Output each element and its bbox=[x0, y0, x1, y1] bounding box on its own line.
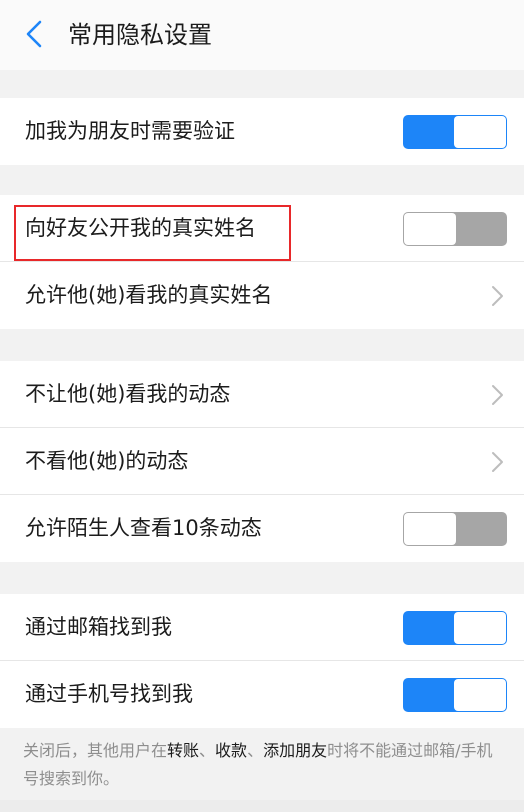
setting-label: 允许陌生人查看10条动态 bbox=[25, 516, 262, 540]
setting-row-find-by-phone: 通过手机号找到我 bbox=[0, 661, 524, 728]
settings-group-real-name: 向好友公开我的真实姓名 允许他(她)看我的真实姓名 bbox=[0, 195, 524, 329]
find-by-phone-toggle[interactable] bbox=[403, 678, 507, 712]
footer-text-sep2: 、 bbox=[247, 741, 264, 760]
chevron-left-icon bbox=[26, 20, 42, 48]
setting-row-allow-view-real-name[interactable]: 允许他(她)看我的真实姓名 bbox=[0, 262, 524, 329]
page-title: 常用隐私设置 bbox=[68, 21, 212, 49]
setting-label: 允许他(她)看我的真实姓名 bbox=[25, 283, 273, 307]
chevron-right-icon bbox=[492, 286, 503, 306]
toggle-knob bbox=[454, 612, 506, 644]
setting-row-stranger-moments: 允许陌生人查看10条动态 bbox=[0, 495, 524, 562]
setting-row-hide-my-moments[interactable]: 不让他(她)看我的动态 bbox=[0, 361, 524, 428]
setting-label: 通过手机号找到我 bbox=[25, 682, 193, 706]
settings-group-verification: 加我为朋友时需要验证 bbox=[0, 98, 524, 165]
setting-label: 加我为朋友时需要验证 bbox=[25, 119, 235, 143]
footer-note: 关闭后，其他用户在转账、收款、添加朋友时将不能通过邮箱/手机号搜索到你。 bbox=[23, 737, 508, 793]
settings-group-find-me: 通过邮箱找到我 通过手机号找到我 bbox=[0, 594, 524, 728]
footer-text-prefix: 关闭后，其他用户在 bbox=[23, 741, 168, 760]
setting-row-hide-their-moments[interactable]: 不看他(她)的动态 bbox=[0, 428, 524, 495]
setting-row-public-real-name: 向好友公开我的真实姓名 bbox=[0, 195, 524, 262]
chevron-right-icon bbox=[492, 385, 503, 405]
setting-row-find-by-email: 通过邮箱找到我 bbox=[0, 594, 524, 661]
nav-header: 常用隐私设置 bbox=[0, 0, 524, 70]
setting-label: 通过邮箱找到我 bbox=[25, 615, 172, 639]
back-button[interactable] bbox=[14, 14, 54, 54]
bottom-spacer bbox=[0, 800, 524, 812]
toggle-knob bbox=[404, 213, 456, 245]
toggle-knob bbox=[404, 513, 456, 545]
footer-text-receive: 收款 bbox=[215, 741, 248, 760]
footer-text-add-friend: 添加朋友 bbox=[263, 741, 328, 760]
settings-group-moments: 不让他(她)看我的动态 不看他(她)的动态 允许陌生人查看10条动态 bbox=[0, 361, 524, 562]
toggle-knob bbox=[454, 679, 506, 711]
setting-label: 不看他(她)的动态 bbox=[25, 449, 189, 473]
footer-text-sep1: 、 bbox=[199, 741, 216, 760]
stranger-moments-toggle[interactable] bbox=[403, 512, 507, 546]
chevron-right-icon bbox=[492, 452, 503, 472]
footer-text-transfer: 转账 bbox=[167, 741, 200, 760]
setting-label: 不让他(她)看我的动态 bbox=[25, 382, 231, 406]
setting-label: 向好友公开我的真实姓名 bbox=[25, 216, 256, 240]
setting-row-friend-verification: 加我为朋友时需要验证 bbox=[0, 98, 524, 165]
public-real-name-toggle[interactable] bbox=[403, 212, 507, 246]
find-by-email-toggle[interactable] bbox=[403, 611, 507, 645]
toggle-knob bbox=[454, 116, 506, 148]
friend-verification-toggle[interactable] bbox=[403, 115, 507, 149]
